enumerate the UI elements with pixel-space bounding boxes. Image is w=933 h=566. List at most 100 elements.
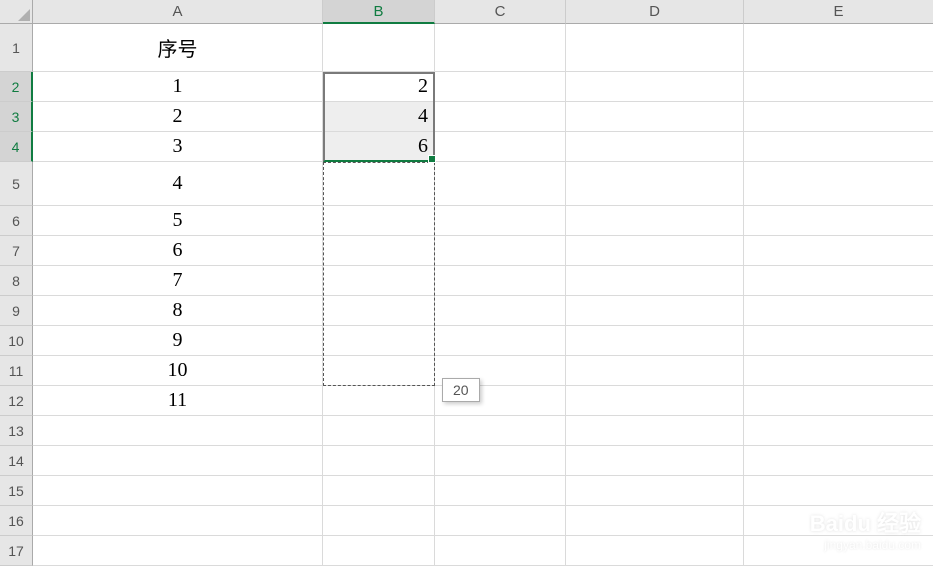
cell-d12[interactable]	[566, 386, 744, 416]
cell-e9[interactable]	[744, 296, 933, 326]
cell-e2[interactable]	[744, 72, 933, 102]
cell-b8[interactable]	[323, 266, 435, 296]
cell-b1[interactable]	[323, 24, 435, 72]
cell-b6[interactable]	[323, 206, 435, 236]
cell-a5[interactable]: 4	[33, 162, 323, 206]
cell-e11[interactable]	[744, 356, 933, 386]
cell-a12[interactable]: 11	[33, 386, 323, 416]
cell-e12[interactable]	[744, 386, 933, 416]
cell-a1[interactable]: 序号	[33, 24, 323, 72]
cell-c5[interactable]	[435, 162, 566, 206]
cell-b12[interactable]	[323, 386, 435, 416]
cell-c3[interactable]	[435, 102, 566, 132]
spreadsheet-grid[interactable]: A B C D E 1 序号 2 1 2 3 2 4 4 3 6 5 4 6 5…	[0, 0, 933, 566]
select-all-corner[interactable]	[0, 0, 33, 24]
cell-c10[interactable]	[435, 326, 566, 356]
cell-b5[interactable]	[323, 162, 435, 206]
cell-e16[interactable]	[744, 506, 933, 536]
cell-b9[interactable]	[323, 296, 435, 326]
cell-b7[interactable]	[323, 236, 435, 266]
cell-e10[interactable]	[744, 326, 933, 356]
cell-a8[interactable]: 7	[33, 266, 323, 296]
cell-d1[interactable]	[566, 24, 744, 72]
cell-b4[interactable]: 6	[323, 132, 435, 162]
cell-e14[interactable]	[744, 446, 933, 476]
row-header-10[interactable]: 10	[0, 326, 33, 356]
cell-d8[interactable]	[566, 266, 744, 296]
cell-a15[interactable]	[33, 476, 323, 506]
cell-d10[interactable]	[566, 326, 744, 356]
cell-b15[interactable]	[323, 476, 435, 506]
cell-b16[interactable]	[323, 506, 435, 536]
cell-d6[interactable]	[566, 206, 744, 236]
cell-c1[interactable]	[435, 24, 566, 72]
cell-c9[interactable]	[435, 296, 566, 326]
cell-e4[interactable]	[744, 132, 933, 162]
cell-d9[interactable]	[566, 296, 744, 326]
col-header-d[interactable]: D	[566, 0, 744, 24]
cell-a16[interactable]	[33, 506, 323, 536]
cell-c13[interactable]	[435, 416, 566, 446]
cell-b3[interactable]: 4	[323, 102, 435, 132]
cell-c15[interactable]	[435, 476, 566, 506]
cell-e15[interactable]	[744, 476, 933, 506]
cell-d14[interactable]	[566, 446, 744, 476]
col-header-b[interactable]: B	[323, 0, 435, 24]
cell-d2[interactable]	[566, 72, 744, 102]
cell-a6[interactable]: 5	[33, 206, 323, 236]
cell-a2[interactable]: 1	[33, 72, 323, 102]
col-header-c[interactable]: C	[435, 0, 566, 24]
cell-d16[interactable]	[566, 506, 744, 536]
cell-d7[interactable]	[566, 236, 744, 266]
cell-a7[interactable]: 6	[33, 236, 323, 266]
row-header-2[interactable]: 2	[0, 72, 33, 102]
cell-d11[interactable]	[566, 356, 744, 386]
cell-d4[interactable]	[566, 132, 744, 162]
cell-a11[interactable]: 10	[33, 356, 323, 386]
row-header-4[interactable]: 4	[0, 132, 33, 162]
row-header-3[interactable]: 3	[0, 102, 33, 132]
cell-a10[interactable]: 9	[33, 326, 323, 356]
row-header-8[interactable]: 8	[0, 266, 33, 296]
col-header-a[interactable]: A	[33, 0, 323, 24]
cell-c8[interactable]	[435, 266, 566, 296]
row-header-13[interactable]: 13	[0, 416, 33, 446]
col-header-e[interactable]: E	[744, 0, 933, 24]
row-header-6[interactable]: 6	[0, 206, 33, 236]
cell-d5[interactable]	[566, 162, 744, 206]
cell-d13[interactable]	[566, 416, 744, 446]
cell-c14[interactable]	[435, 446, 566, 476]
cell-b13[interactable]	[323, 416, 435, 446]
cell-d3[interactable]	[566, 102, 744, 132]
cell-c16[interactable]	[435, 506, 566, 536]
cell-a9[interactable]: 8	[33, 296, 323, 326]
cell-a4[interactable]: 3	[33, 132, 323, 162]
cell-b2[interactable]: 2	[323, 72, 435, 102]
cell-d15[interactable]	[566, 476, 744, 506]
cell-e5[interactable]	[744, 162, 933, 206]
row-header-1[interactable]: 1	[0, 24, 33, 72]
cell-c7[interactable]	[435, 236, 566, 266]
cell-a14[interactable]	[33, 446, 323, 476]
cell-b10[interactable]	[323, 326, 435, 356]
cell-a13[interactable]	[33, 416, 323, 446]
cell-e7[interactable]	[744, 236, 933, 266]
cell-a3[interactable]: 2	[33, 102, 323, 132]
cell-b11[interactable]	[323, 356, 435, 386]
row-header-5[interactable]: 5	[0, 162, 33, 206]
row-header-12[interactable]: 12	[0, 386, 33, 416]
row-header-9[interactable]: 9	[0, 296, 33, 326]
row-header-14[interactable]: 14	[0, 446, 33, 476]
cell-e3[interactable]	[744, 102, 933, 132]
cell-e8[interactable]	[744, 266, 933, 296]
cell-e6[interactable]	[744, 206, 933, 236]
cell-c4[interactable]	[435, 132, 566, 162]
row-header-16[interactable]: 16	[0, 506, 33, 536]
cell-e13[interactable]	[744, 416, 933, 446]
row-header-15[interactable]: 15	[0, 476, 33, 506]
row-header-11[interactable]: 11	[0, 356, 33, 386]
cell-c2[interactable]	[435, 72, 566, 102]
row-header-7[interactable]: 7	[0, 236, 33, 266]
cell-c6[interactable]	[435, 206, 566, 236]
cell-e1[interactable]	[744, 24, 933, 72]
